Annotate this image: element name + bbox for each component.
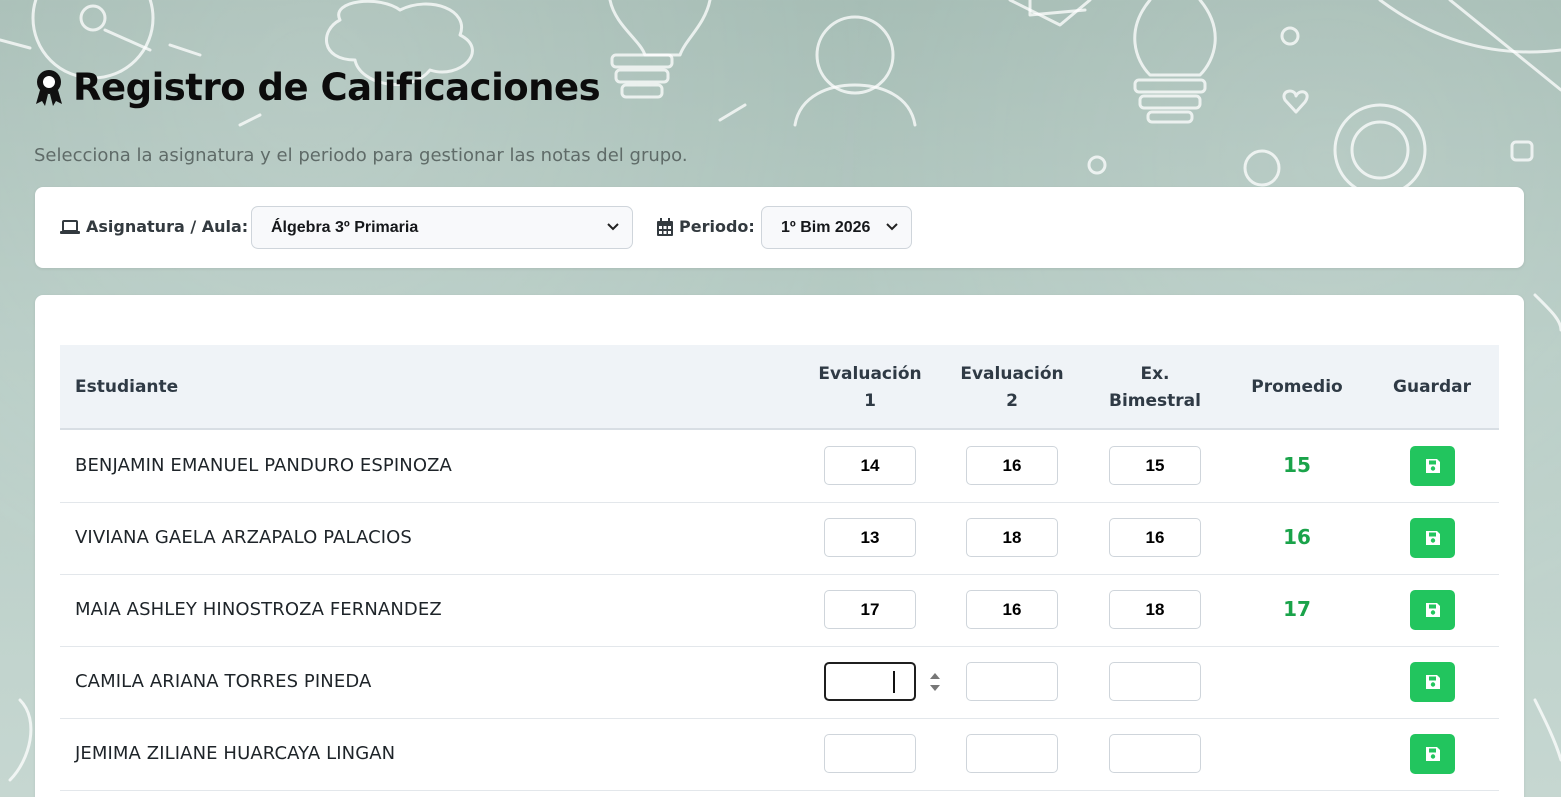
period-select-value: 1º Bim 2026	[781, 218, 871, 236]
table-row: BENJAMIN EMANUEL PANDURO ESPINOZA 15	[60, 431, 1499, 503]
doodle-bulb	[1133, 0, 1217, 77]
eval1-input[interactable]	[824, 590, 916, 629]
doodle-head	[815, 15, 895, 95]
floppy-disk-icon	[1425, 747, 1440, 761]
col-save: Guardar	[1393, 377, 1471, 397]
eval1-input[interactable]	[824, 734, 916, 773]
eval2-input[interactable]	[966, 518, 1058, 557]
table-header: Estudiante Evaluación 1 Evaluación 2 Ex. Bi…	[60, 345, 1499, 430]
exam-input[interactable]	[1109, 734, 1201, 773]
save-button[interactable]	[1410, 518, 1455, 558]
save-button[interactable]	[1410, 734, 1455, 774]
eval2-input[interactable]	[966, 446, 1058, 485]
text-caret	[893, 671, 895, 693]
page-title: Registro de Calificaciones	[73, 66, 601, 109]
subject-label: Asignatura / Aula:	[60, 217, 248, 236]
col-eval1: Evaluación 1	[818, 363, 922, 411]
col-student: Estudiante	[75, 377, 179, 397]
col-eval2: Evaluación 2	[960, 363, 1064, 411]
student-name: CAMILA ARIANA TORRES PINEDA	[75, 671, 372, 692]
col-exam: Ex. Bimestral	[1109, 363, 1201, 411]
student-name: BENJAMIN EMANUEL PANDURO ESPINOZA	[75, 455, 452, 476]
table-row: JEMIMA ZILIANE HUARCAYA LINGAN	[60, 719, 1499, 791]
period-label: Periodo:	[657, 217, 755, 236]
chevron-down-icon	[607, 223, 619, 231]
eval1-input[interactable]	[824, 518, 916, 557]
save-button[interactable]	[1410, 590, 1455, 630]
student-name: VIVIANA GAELA ARZAPALO PALACIOS	[75, 527, 412, 548]
eval2-input[interactable]	[966, 590, 1058, 629]
floppy-disk-icon	[1425, 675, 1440, 689]
laptop-icon	[60, 219, 80, 234]
grades-card: Estudiante Evaluación 1 Evaluación 2 Ex. Bi…	[35, 295, 1524, 797]
average-value: 17	[1283, 597, 1311, 621]
exam-input[interactable]	[1109, 662, 1201, 701]
floppy-disk-icon	[1425, 531, 1440, 545]
floppy-disk-icon	[1425, 603, 1440, 617]
period-select[interactable]: 1º Bim 2026	[761, 206, 912, 249]
filters-card: Asignatura / Aula: Álgebra 3º Primaria P…	[35, 187, 1524, 268]
award-icon	[36, 69, 62, 106]
subject-label-text: Asignatura / Aula:	[86, 217, 249, 236]
save-button[interactable]	[1410, 446, 1455, 486]
subject-select[interactable]: Álgebra 3º Primaria	[251, 206, 633, 249]
page-header: Registro de Calificaciones	[33, 66, 601, 109]
table-row: CAMILA ARIANA TORRES PINEDA	[60, 647, 1499, 719]
calendar-icon	[657, 217, 673, 236]
exam-input[interactable]	[1109, 590, 1201, 629]
col-average: Promedio	[1251, 377, 1343, 397]
doodle-gear	[1333, 103, 1427, 197]
save-button[interactable]	[1410, 662, 1455, 702]
table-row: VIVIANA GAELA ARZAPALO PALACIOS 16	[60, 503, 1499, 575]
period-label-text: Periodo:	[679, 217, 755, 236]
number-spinner-icon[interactable]	[928, 669, 942, 695]
floppy-disk-icon	[1425, 459, 1440, 473]
exam-input[interactable]	[1109, 518, 1201, 557]
eval1-input[interactable]	[824, 446, 916, 485]
table-row: MAIA ASHLEY HINOSTROZA FERNANDEZ 17	[60, 575, 1499, 647]
eval1-input[interactable]	[824, 662, 916, 701]
page-subtitle: Selecciona la asignatura y el periodo pa…	[34, 145, 688, 166]
subject-select-value: Álgebra 3º Primaria	[271, 218, 419, 236]
eval2-input[interactable]	[966, 734, 1058, 773]
average-value: 16	[1283, 525, 1311, 549]
average-value: 15	[1283, 453, 1311, 477]
doodle-dot	[79, 4, 107, 32]
eval2-input[interactable]	[966, 662, 1058, 701]
chevron-down-icon	[886, 223, 898, 231]
student-name: MAIA ASHLEY HINOSTROZA FERNANDEZ	[75, 599, 442, 620]
student-name: JEMIMA ZILIANE HUARCAYA LINGAN	[75, 743, 396, 764]
exam-input[interactable]	[1109, 446, 1201, 485]
